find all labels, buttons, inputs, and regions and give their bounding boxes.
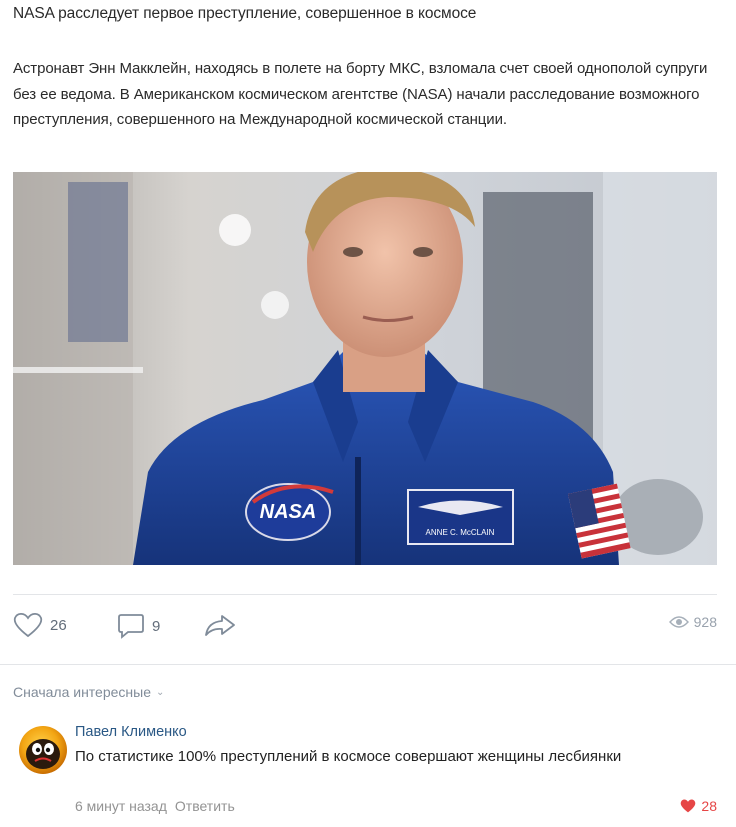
section-divider	[0, 664, 736, 665]
chevron-down-icon: ⌄	[156, 686, 165, 698]
avatar[interactable]	[19, 726, 67, 774]
share-icon	[205, 615, 235, 636]
sort-label: Сначала интересные	[13, 684, 151, 700]
comment-like-button[interactable]: 28	[680, 798, 717, 814]
views-count: 928	[693, 614, 717, 630]
reply-button[interactable]: Ответить	[175, 798, 235, 814]
share-button[interactable]	[203, 612, 237, 638]
comment-like-count: 28	[701, 798, 717, 814]
post-title: NASA расследует первое преступление, сов…	[13, 5, 477, 22]
like-button[interactable]: 26	[13, 612, 67, 638]
post-body: Астронавт Энн Макклейн, находясь в полет…	[13, 60, 708, 128]
comment-button[interactable]: 9	[117, 612, 160, 640]
comment-time[interactable]: 6 минут назад	[75, 798, 167, 814]
divider	[13, 594, 717, 595]
views-counter: 928	[668, 614, 717, 630]
heart-icon	[681, 799, 696, 813]
eye-icon	[668, 616, 689, 628]
name-tag-text: ANNE C. McCLAIN	[426, 528, 495, 537]
like-count: 26	[50, 616, 67, 634]
comment-item: Павел Клименко По статистике 100% престу…	[13, 720, 717, 820]
comments-sort-dropdown[interactable]: Сначала интересные ⌄	[13, 684, 164, 700]
comment-meta: 6 минут назад Ответить	[75, 798, 235, 814]
post-actions: 26 9 928	[13, 612, 717, 644]
comment-count: 9	[152, 617, 161, 635]
comment-author[interactable]: Павел Клименко	[75, 724, 187, 740]
comment-text: По статистике 100% преступлений в космос…	[75, 748, 622, 765]
post-image[interactable]: NASA ANNE C. McCLAIN	[13, 172, 717, 565]
nasa-badge-text: NASA	[260, 501, 317, 523]
comment-icon	[118, 614, 144, 639]
heart-icon	[13, 612, 43, 638]
